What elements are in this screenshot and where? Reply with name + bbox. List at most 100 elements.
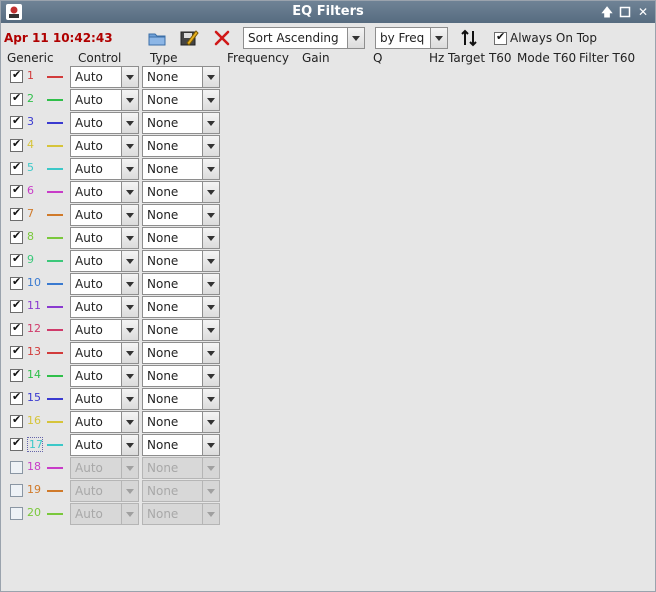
filter-type-value: None bbox=[147, 70, 179, 84]
filter-control-select[interactable]: Auto bbox=[70, 411, 139, 433]
filter-type-select[interactable]: None bbox=[142, 66, 220, 88]
chevron-down-icon bbox=[202, 458, 219, 478]
filter-type-select[interactable]: None bbox=[142, 296, 220, 318]
filter-control-select[interactable]: Auto bbox=[70, 227, 139, 249]
filter-type-select[interactable]: None bbox=[142, 434, 220, 456]
filter-number: 17 bbox=[27, 437, 43, 452]
filter-type-select[interactable]: None bbox=[142, 227, 220, 249]
filter-number: 16 bbox=[27, 414, 41, 427]
close-window-icon[interactable]: ✕ bbox=[635, 4, 651, 20]
sort-order-select[interactable]: Sort Ascending bbox=[243, 27, 365, 49]
filter-number: 10 bbox=[27, 276, 41, 289]
filter-row: 6 Auto None bbox=[1, 180, 231, 203]
filter-number: 8 bbox=[27, 230, 34, 243]
filter-control-select[interactable]: Auto bbox=[70, 135, 139, 157]
filter-enable-checkbox[interactable] bbox=[10, 160, 23, 175]
chevron-down-icon bbox=[202, 504, 219, 524]
filter-control-select[interactable]: Auto bbox=[70, 112, 139, 134]
filter-control-select[interactable]: Auto bbox=[70, 342, 139, 364]
filter-type-select[interactable]: None bbox=[142, 204, 220, 226]
filter-color-swatch bbox=[47, 467, 63, 469]
filter-enable-checkbox[interactable] bbox=[10, 484, 23, 497]
filter-control-select[interactable]: Auto bbox=[70, 181, 139, 203]
filter-color-swatch bbox=[47, 237, 63, 239]
filter-type-select[interactable]: None bbox=[142, 250, 220, 272]
chevron-down-icon bbox=[202, 366, 219, 386]
filter-control-select[interactable]: Auto bbox=[70, 365, 139, 387]
filter-control-select[interactable]: Auto bbox=[70, 319, 139, 341]
chevron-down-icon bbox=[202, 320, 219, 340]
title-bar[interactable]: EQ Filters 🡅 ✕ bbox=[1, 1, 655, 23]
filter-enable-checkbox[interactable] bbox=[10, 436, 23, 451]
filter-number: 1 bbox=[27, 69, 34, 82]
filter-enable-checkbox[interactable] bbox=[10, 298, 23, 313]
filter-enable-checkbox[interactable] bbox=[10, 344, 23, 359]
filter-control-select[interactable]: Auto bbox=[70, 89, 139, 111]
filter-enable-checkbox[interactable] bbox=[10, 275, 23, 290]
filter-enable-checkbox[interactable] bbox=[10, 390, 23, 405]
filter-number: 18 bbox=[27, 460, 41, 473]
chevron-down-icon bbox=[121, 205, 138, 225]
filter-control-select[interactable]: Auto bbox=[70, 273, 139, 295]
filter-enable-checkbox[interactable] bbox=[10, 68, 23, 83]
filter-type-value: None bbox=[147, 208, 179, 222]
filter-type-select[interactable]: None bbox=[142, 273, 220, 295]
always-on-top-label: Always On Top bbox=[510, 31, 597, 45]
filter-type-value: None bbox=[147, 300, 179, 314]
filter-color-swatch bbox=[47, 283, 63, 285]
filter-type-select[interactable]: None bbox=[142, 342, 220, 364]
filter-type-select[interactable]: None bbox=[142, 112, 220, 134]
filter-number: 2 bbox=[27, 92, 34, 105]
filter-enable-checkbox[interactable] bbox=[10, 252, 23, 267]
filter-enable-checkbox[interactable] bbox=[10, 507, 23, 520]
filter-type-select[interactable]: None bbox=[142, 181, 220, 203]
filter-enable-checkbox[interactable] bbox=[10, 367, 23, 382]
restore-icon[interactable] bbox=[617, 4, 633, 20]
filter-color-swatch bbox=[47, 513, 63, 515]
filter-enable-checkbox[interactable] bbox=[10, 413, 23, 428]
filter-enable-checkbox[interactable] bbox=[10, 137, 23, 152]
chevron-down-icon bbox=[121, 159, 138, 179]
filter-color-swatch bbox=[47, 490, 63, 492]
filter-type-select: None bbox=[142, 480, 220, 502]
filter-control-select[interactable]: Auto bbox=[70, 250, 139, 272]
filter-control-value: Auto bbox=[75, 93, 103, 107]
filter-type-select[interactable]: None bbox=[142, 411, 220, 433]
filter-enable-checkbox[interactable] bbox=[10, 461, 23, 474]
always-on-top-checkbox[interactable] bbox=[494, 30, 507, 45]
filter-type-value: None bbox=[147, 392, 179, 406]
filter-row: 11 Auto None bbox=[1, 295, 231, 318]
filter-control-select[interactable]: Auto bbox=[70, 434, 139, 456]
filter-type-select[interactable]: None bbox=[142, 388, 220, 410]
filter-number: 7 bbox=[27, 207, 34, 220]
open-folder-icon[interactable] bbox=[147, 29, 167, 47]
chevron-down-icon bbox=[121, 274, 138, 294]
sort-toggle-icon[interactable] bbox=[459, 29, 479, 47]
edit-save-icon[interactable] bbox=[179, 29, 199, 47]
filter-enable-checkbox[interactable] bbox=[10, 183, 23, 198]
header-generic: Generic bbox=[7, 51, 54, 65]
filter-type-select[interactable]: None bbox=[142, 89, 220, 111]
filter-type-select[interactable]: None bbox=[142, 158, 220, 180]
filter-enable-checkbox[interactable] bbox=[10, 114, 23, 129]
filter-enable-checkbox[interactable] bbox=[10, 91, 23, 106]
filter-type-select[interactable]: None bbox=[142, 135, 220, 157]
filter-color-swatch bbox=[47, 306, 63, 308]
filter-control-select[interactable]: Auto bbox=[70, 388, 139, 410]
chevron-down-icon bbox=[430, 28, 447, 48]
maximize-up-icon[interactable]: 🡅 bbox=[599, 4, 615, 20]
filter-type-select[interactable]: None bbox=[142, 319, 220, 341]
sort-by-select[interactable]: by Freq bbox=[375, 27, 448, 49]
filter-control-select[interactable]: Auto bbox=[70, 158, 139, 180]
filter-row: 15 Auto None bbox=[1, 387, 231, 410]
filter-row: 17 Auto None bbox=[1, 433, 231, 456]
filter-control-select[interactable]: Auto bbox=[70, 296, 139, 318]
filter-type-select[interactable]: None bbox=[142, 365, 220, 387]
filter-control-select[interactable]: Auto bbox=[70, 204, 139, 226]
delete-icon[interactable] bbox=[212, 29, 232, 47]
filter-enable-checkbox[interactable] bbox=[10, 229, 23, 244]
filter-control-select[interactable]: Auto bbox=[70, 66, 139, 88]
filter-enable-checkbox[interactable] bbox=[10, 321, 23, 336]
filter-enable-checkbox[interactable] bbox=[10, 206, 23, 221]
header-frequency: Frequency bbox=[227, 51, 289, 65]
